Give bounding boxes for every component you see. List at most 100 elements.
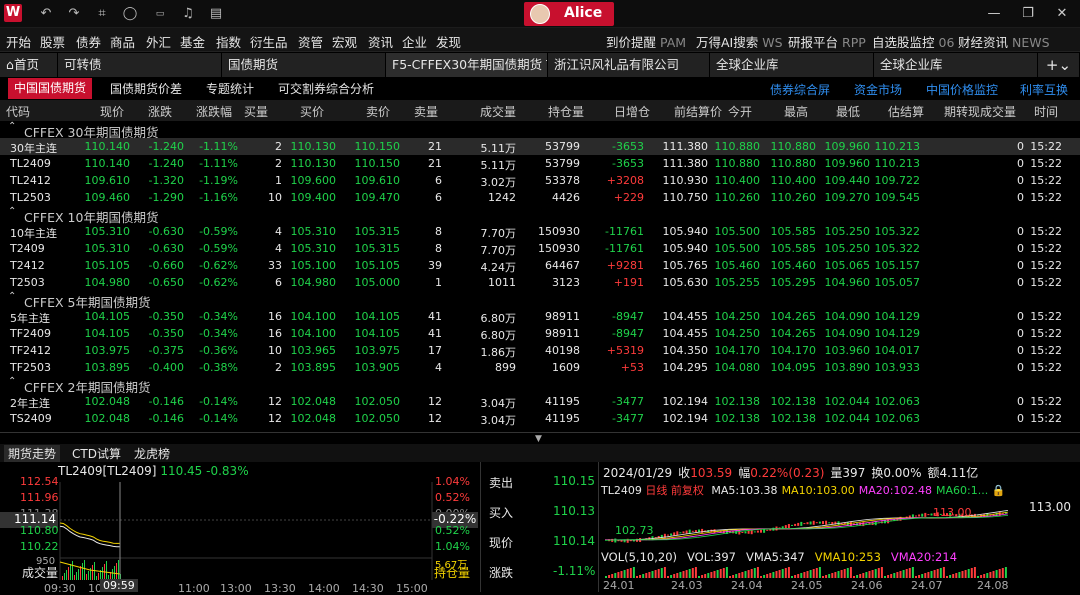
group-header[interactable]: ⌃ CFFEX 5年期国债期货 bbox=[0, 291, 1080, 310]
menu-bonds[interactable]: 债券 bbox=[76, 32, 101, 51]
group-header[interactable]: ⌃ CFFEX 10年期国债期货 bbox=[0, 206, 1080, 225]
intraday-chart[interactable]: TL2409[TL2409] 110.45 -0.83% 112.54 111.… bbox=[0, 462, 480, 595]
table-row[interactable]: TF2409 104.105 -0.350 -0.34% 16 104.100 104.10… bbox=[0, 325, 1080, 342]
chat-icon[interactable]: ◯ bbox=[120, 4, 140, 24]
subtab-china-treasury-futures[interactable]: 中国国债期货 bbox=[8, 78, 93, 99]
cell-13: 104.095 bbox=[770, 361, 817, 374]
table-row[interactable]: TL2503 109.460 -1.290 -1.16% 10 109.400 109.47… bbox=[0, 189, 1080, 206]
menu-discover[interactable]: 发现 bbox=[436, 32, 461, 51]
menu-derivatives[interactable]: 衍生品 bbox=[250, 32, 288, 51]
cell-8: 899 bbox=[495, 361, 516, 374]
table-row[interactable]: 30年主连 110.140 -1.240 -1.11% 2 110.130 110.150 2… bbox=[0, 138, 1080, 155]
menu-asset-mgmt[interactable]: 资管 bbox=[298, 32, 323, 51]
menu-ai-search[interactable]: 万得AI搜索 WS bbox=[696, 32, 783, 51]
app-logo[interactable]: W bbox=[4, 4, 22, 22]
collapse-icon[interactable]: ⌃ bbox=[8, 206, 16, 217]
menu-index[interactable]: 指数 bbox=[216, 32, 241, 51]
table-row[interactable]: T2412 105.105 -0.660 -0.62% 33 105.100 105.105… bbox=[0, 257, 1080, 274]
tab-treasury-futures[interactable]: 国债期货 bbox=[222, 53, 386, 77]
table-row[interactable]: TS2409 102.048 -0.146 -0.14% 12 102.048 102.05… bbox=[0, 410, 1080, 427]
forward-icon[interactable]: ↷ bbox=[64, 4, 84, 24]
menu-stocks[interactable]: 股票 bbox=[40, 32, 65, 51]
maximize-icon[interactable]: ❐ bbox=[1018, 5, 1038, 23]
collapse-arrow-icon[interactable]: ▼ bbox=[535, 434, 542, 444]
table-row[interactable]: T2503 104.980 -0.650 -0.62% 6 104.980 105.000 1… bbox=[0, 274, 1080, 291]
tab-global-enterprise-2[interactable]: 全球企业库 bbox=[874, 53, 1038, 77]
menu-enterprise[interactable]: 企业 bbox=[402, 32, 427, 51]
column-header[interactable]: 现价 bbox=[100, 103, 124, 120]
bell-icon[interactable]: ♫ bbox=[178, 4, 198, 24]
collapse-icon[interactable]: ⌃ bbox=[8, 121, 16, 132]
table-row[interactable]: TL2409 110.140 -1.240 -1.11% 2 110.130 110.150… bbox=[0, 155, 1080, 172]
table-row[interactable]: 2年主连 102.048 -0.146 -0.14% 12 102.048 102.050 1… bbox=[0, 393, 1080, 410]
column-header[interactable]: 买量 bbox=[244, 103, 268, 120]
candle bbox=[791, 524, 793, 526]
crop-icon[interactable]: ⌗ bbox=[92, 4, 112, 24]
cell-16: 0 bbox=[1017, 412, 1024, 425]
column-header[interactable]: 最低 bbox=[836, 103, 860, 120]
wps-icon[interactable]: ▭ bbox=[150, 4, 170, 24]
cell-15: 103.933 bbox=[874, 361, 921, 374]
column-header[interactable]: 时间 bbox=[1034, 103, 1058, 120]
subtab-spread[interactable]: 国债期货价差 bbox=[110, 80, 182, 97]
menu-watchlist-monitor[interactable]: 自选股监控 06 bbox=[872, 32, 954, 51]
column-header[interactable]: 期转现成交量 bbox=[944, 103, 1016, 120]
menu-research[interactable]: 研报平台 RPP bbox=[788, 32, 866, 51]
column-header[interactable]: 卖价 bbox=[366, 103, 390, 120]
cell-9: 1609 bbox=[552, 361, 580, 374]
collapse-icon[interactable]: ⌃ bbox=[8, 291, 16, 302]
group-header[interactable]: ⌃ CFFEX 2年期国债期货 bbox=[0, 376, 1080, 395]
menu-news[interactable]: 资讯 bbox=[368, 32, 393, 51]
splitter[interactable]: ▼ bbox=[0, 432, 1080, 444]
group-header[interactable]: ⌃ CFFEX 30年期国债期货 bbox=[0, 121, 1080, 140]
column-header[interactable]: 前结算价 bbox=[674, 103, 722, 120]
tab-home[interactable]: ⌂首页 bbox=[0, 53, 58, 77]
tab-global-enterprise-1[interactable]: 全球企业库 bbox=[710, 53, 874, 77]
link-money-market[interactable]: 资金市场 bbox=[854, 81, 902, 98]
column-header[interactable]: 持仓量 bbox=[548, 103, 584, 120]
table-row[interactable]: 5年主连 104.105 -0.350 -0.34% 16 104.100 104.105 4… bbox=[0, 308, 1080, 325]
tab-dragon-tiger[interactable]: 龙虎榜 bbox=[134, 445, 170, 462]
column-header[interactable]: 买价 bbox=[300, 103, 324, 120]
subtab-statistics[interactable]: 专题统计 bbox=[206, 80, 254, 97]
minimize-icon[interactable]: — bbox=[984, 5, 1004, 23]
column-header[interactable]: 日增仓 bbox=[614, 103, 650, 120]
table-row[interactable]: T2409 105.310 -0.630 -0.59% 4 105.310 105.315 8… bbox=[0, 240, 1080, 257]
menu-price-alert[interactable]: 到价提醒 PAM bbox=[606, 32, 686, 51]
menu-funds[interactable]: 基金 bbox=[180, 32, 205, 51]
table-row[interactable]: TF2412 103.975 -0.375 -0.36% 10 103.965 103.97… bbox=[0, 342, 1080, 359]
menu-start[interactable]: 开始 bbox=[6, 32, 31, 51]
menu-finance-news[interactable]: 财经资讯 NEWS bbox=[958, 32, 1050, 51]
add-tab-icon[interactable]: +⌄ bbox=[1038, 53, 1080, 77]
tab-company[interactable]: 浙江识风礼品有限公司 bbox=[548, 53, 710, 77]
subtab-deliverable-analysis[interactable]: 可交割券综合分析 bbox=[278, 80, 374, 97]
table-row[interactable]: 10年主连 105.310 -0.630 -0.59% 4 105.310 105.315 8… bbox=[0, 223, 1080, 240]
column-header[interactable]: 卖量 bbox=[414, 103, 438, 120]
back-icon[interactable]: ↶ bbox=[36, 4, 56, 24]
table-row[interactable]: TF2503 103.895 -0.400 -0.38% 2 103.895 103.905… bbox=[0, 359, 1080, 376]
close-icon[interactable]: ✕ bbox=[1052, 5, 1072, 23]
tab-cffex-30y[interactable]: F5-CFFEX30年期国债期货 T bbox=[386, 53, 548, 77]
tab-convertible[interactable]: 可转债 bbox=[58, 53, 222, 77]
column-header[interactable]: 代码 bbox=[6, 103, 30, 120]
column-header[interactable]: 成交量 bbox=[480, 103, 516, 120]
menu-forex[interactable]: 外汇 bbox=[146, 32, 171, 51]
link-irs[interactable]: 利率互换 bbox=[1020, 81, 1068, 98]
menu-commodities[interactable]: 商品 bbox=[110, 32, 135, 51]
column-header[interactable]: 今开 bbox=[728, 103, 752, 120]
menu-macro[interactable]: 宏观 bbox=[332, 32, 357, 51]
note-icon[interactable]: ▤ bbox=[206, 4, 226, 24]
tab-ctd-calc[interactable]: CTD试算 bbox=[72, 445, 121, 462]
user-badge[interactable]: Alice bbox=[524, 2, 614, 26]
link-bond-screen[interactable]: 债券综合屏 bbox=[770, 81, 830, 98]
kline-chart[interactable]: 2024/01/29 收103.59 幅0.22%(0.23) 量397 换0.00% 额… bbox=[598, 462, 1080, 592]
collapse-icon[interactable]: ⌃ bbox=[8, 376, 16, 387]
lock-icon[interactable]: 🔒 bbox=[992, 484, 1006, 497]
tab-futures-trend[interactable]: 期货走势 bbox=[4, 445, 61, 462]
column-header[interactable]: 涨跌幅 bbox=[196, 103, 232, 120]
table-row[interactable]: TL2412 109.610 -1.320 -1.19% 1 109.600 109.610… bbox=[0, 172, 1080, 189]
column-header[interactable]: 估结算 bbox=[888, 103, 924, 120]
column-header[interactable]: 最高 bbox=[784, 103, 808, 120]
column-header[interactable]: 涨跌 bbox=[148, 103, 172, 120]
link-price-monitor[interactable]: 中国价格监控 bbox=[926, 81, 998, 98]
